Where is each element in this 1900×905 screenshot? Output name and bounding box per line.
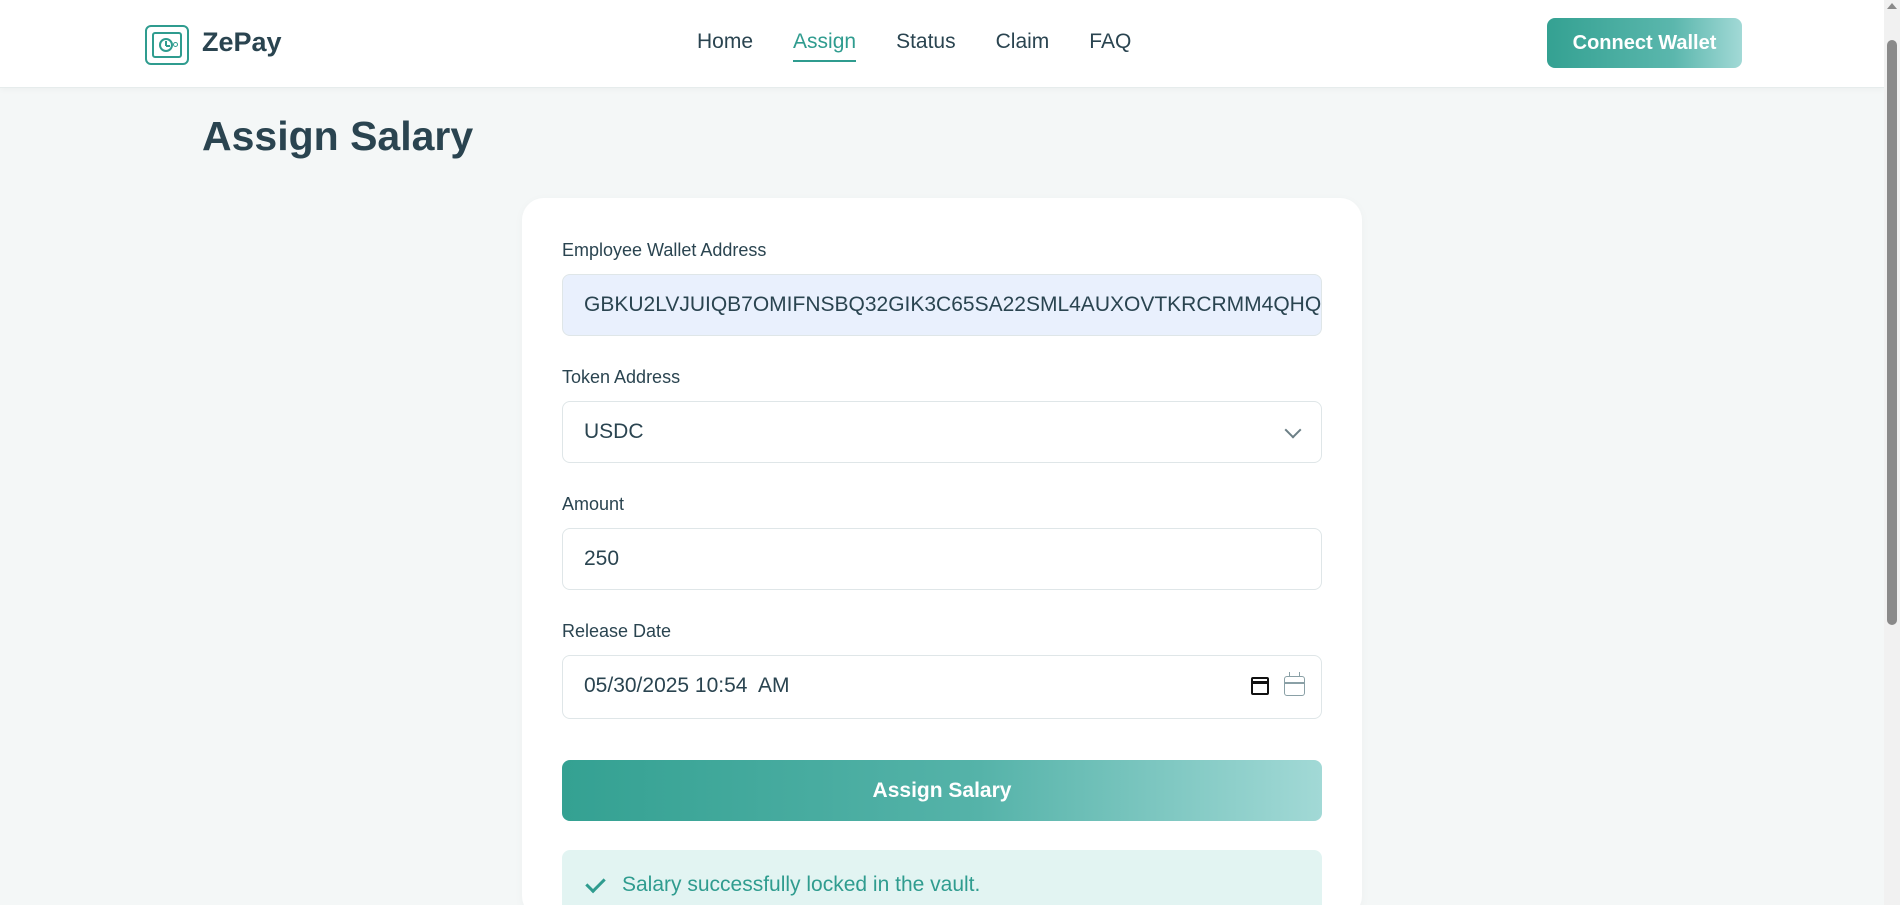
release-date-label: Release Date bbox=[562, 621, 672, 641]
vault-door bbox=[152, 32, 182, 58]
nav-home[interactable]: Home bbox=[697, 30, 753, 62]
success-message: Salary successfully locked in the vault. bbox=[622, 873, 981, 896]
main-nav: Home Assign Status Claim FAQ bbox=[697, 30, 1171, 62]
amount-input[interactable]: 250 bbox=[562, 528, 1322, 590]
wallet-address-label: Employee Wallet Address bbox=[562, 240, 767, 260]
scroll-up-icon[interactable] bbox=[1887, 3, 1897, 9]
nav-status[interactable]: Status bbox=[896, 30, 956, 62]
top-navbar: ZePay Home Assign Status Claim FAQ Conne… bbox=[0, 0, 1884, 88]
token-selected-value: USDC bbox=[584, 420, 644, 443]
assign-salary-button[interactable]: Assign Salary bbox=[562, 760, 1322, 821]
nav-assign[interactable]: Assign bbox=[793, 30, 857, 62]
release-date-value: 05/30/2025 10:54 AM bbox=[584, 674, 790, 697]
vault-icon[interactable] bbox=[145, 25, 189, 65]
amount-label: Amount bbox=[562, 494, 625, 514]
scroll-thumb[interactable] bbox=[1887, 40, 1897, 625]
clock-icon bbox=[159, 38, 173, 52]
assign-salary-form: Employee Wallet Address GBKU2LVJUIQB7OMI… bbox=[522, 198, 1362, 905]
chevron-down-icon bbox=[1284, 421, 1302, 439]
success-alert: Salary successfully locked in the vault. bbox=[562, 850, 1322, 905]
calendar-icon bbox=[1284, 672, 1305, 696]
wallet-address-input[interactable]: GBKU2LVJUIQB7OMIFNSBQ32GIK3C65SA22SML4AU… bbox=[562, 274, 1322, 336]
connect-wallet-button[interactable]: Connect Wallet bbox=[1547, 18, 1742, 68]
token-address-label: Token Address bbox=[562, 367, 681, 387]
nav-faq[interactable]: FAQ bbox=[1089, 30, 1131, 62]
page-scrollbar[interactable] bbox=[1884, 0, 1900, 905]
calendar-picker-icon[interactable] bbox=[1251, 677, 1269, 695]
nav-claim[interactable]: Claim bbox=[996, 30, 1050, 62]
release-date-input[interactable]: 05/30/2025 10:54 AM bbox=[562, 655, 1322, 719]
vault-handle bbox=[173, 42, 178, 47]
page-title: Assign Salary bbox=[202, 113, 474, 159]
token-select[interactable]: USDC bbox=[562, 401, 1322, 463]
brand-name[interactable]: ZePay bbox=[202, 27, 282, 58]
check-icon bbox=[585, 872, 606, 894]
